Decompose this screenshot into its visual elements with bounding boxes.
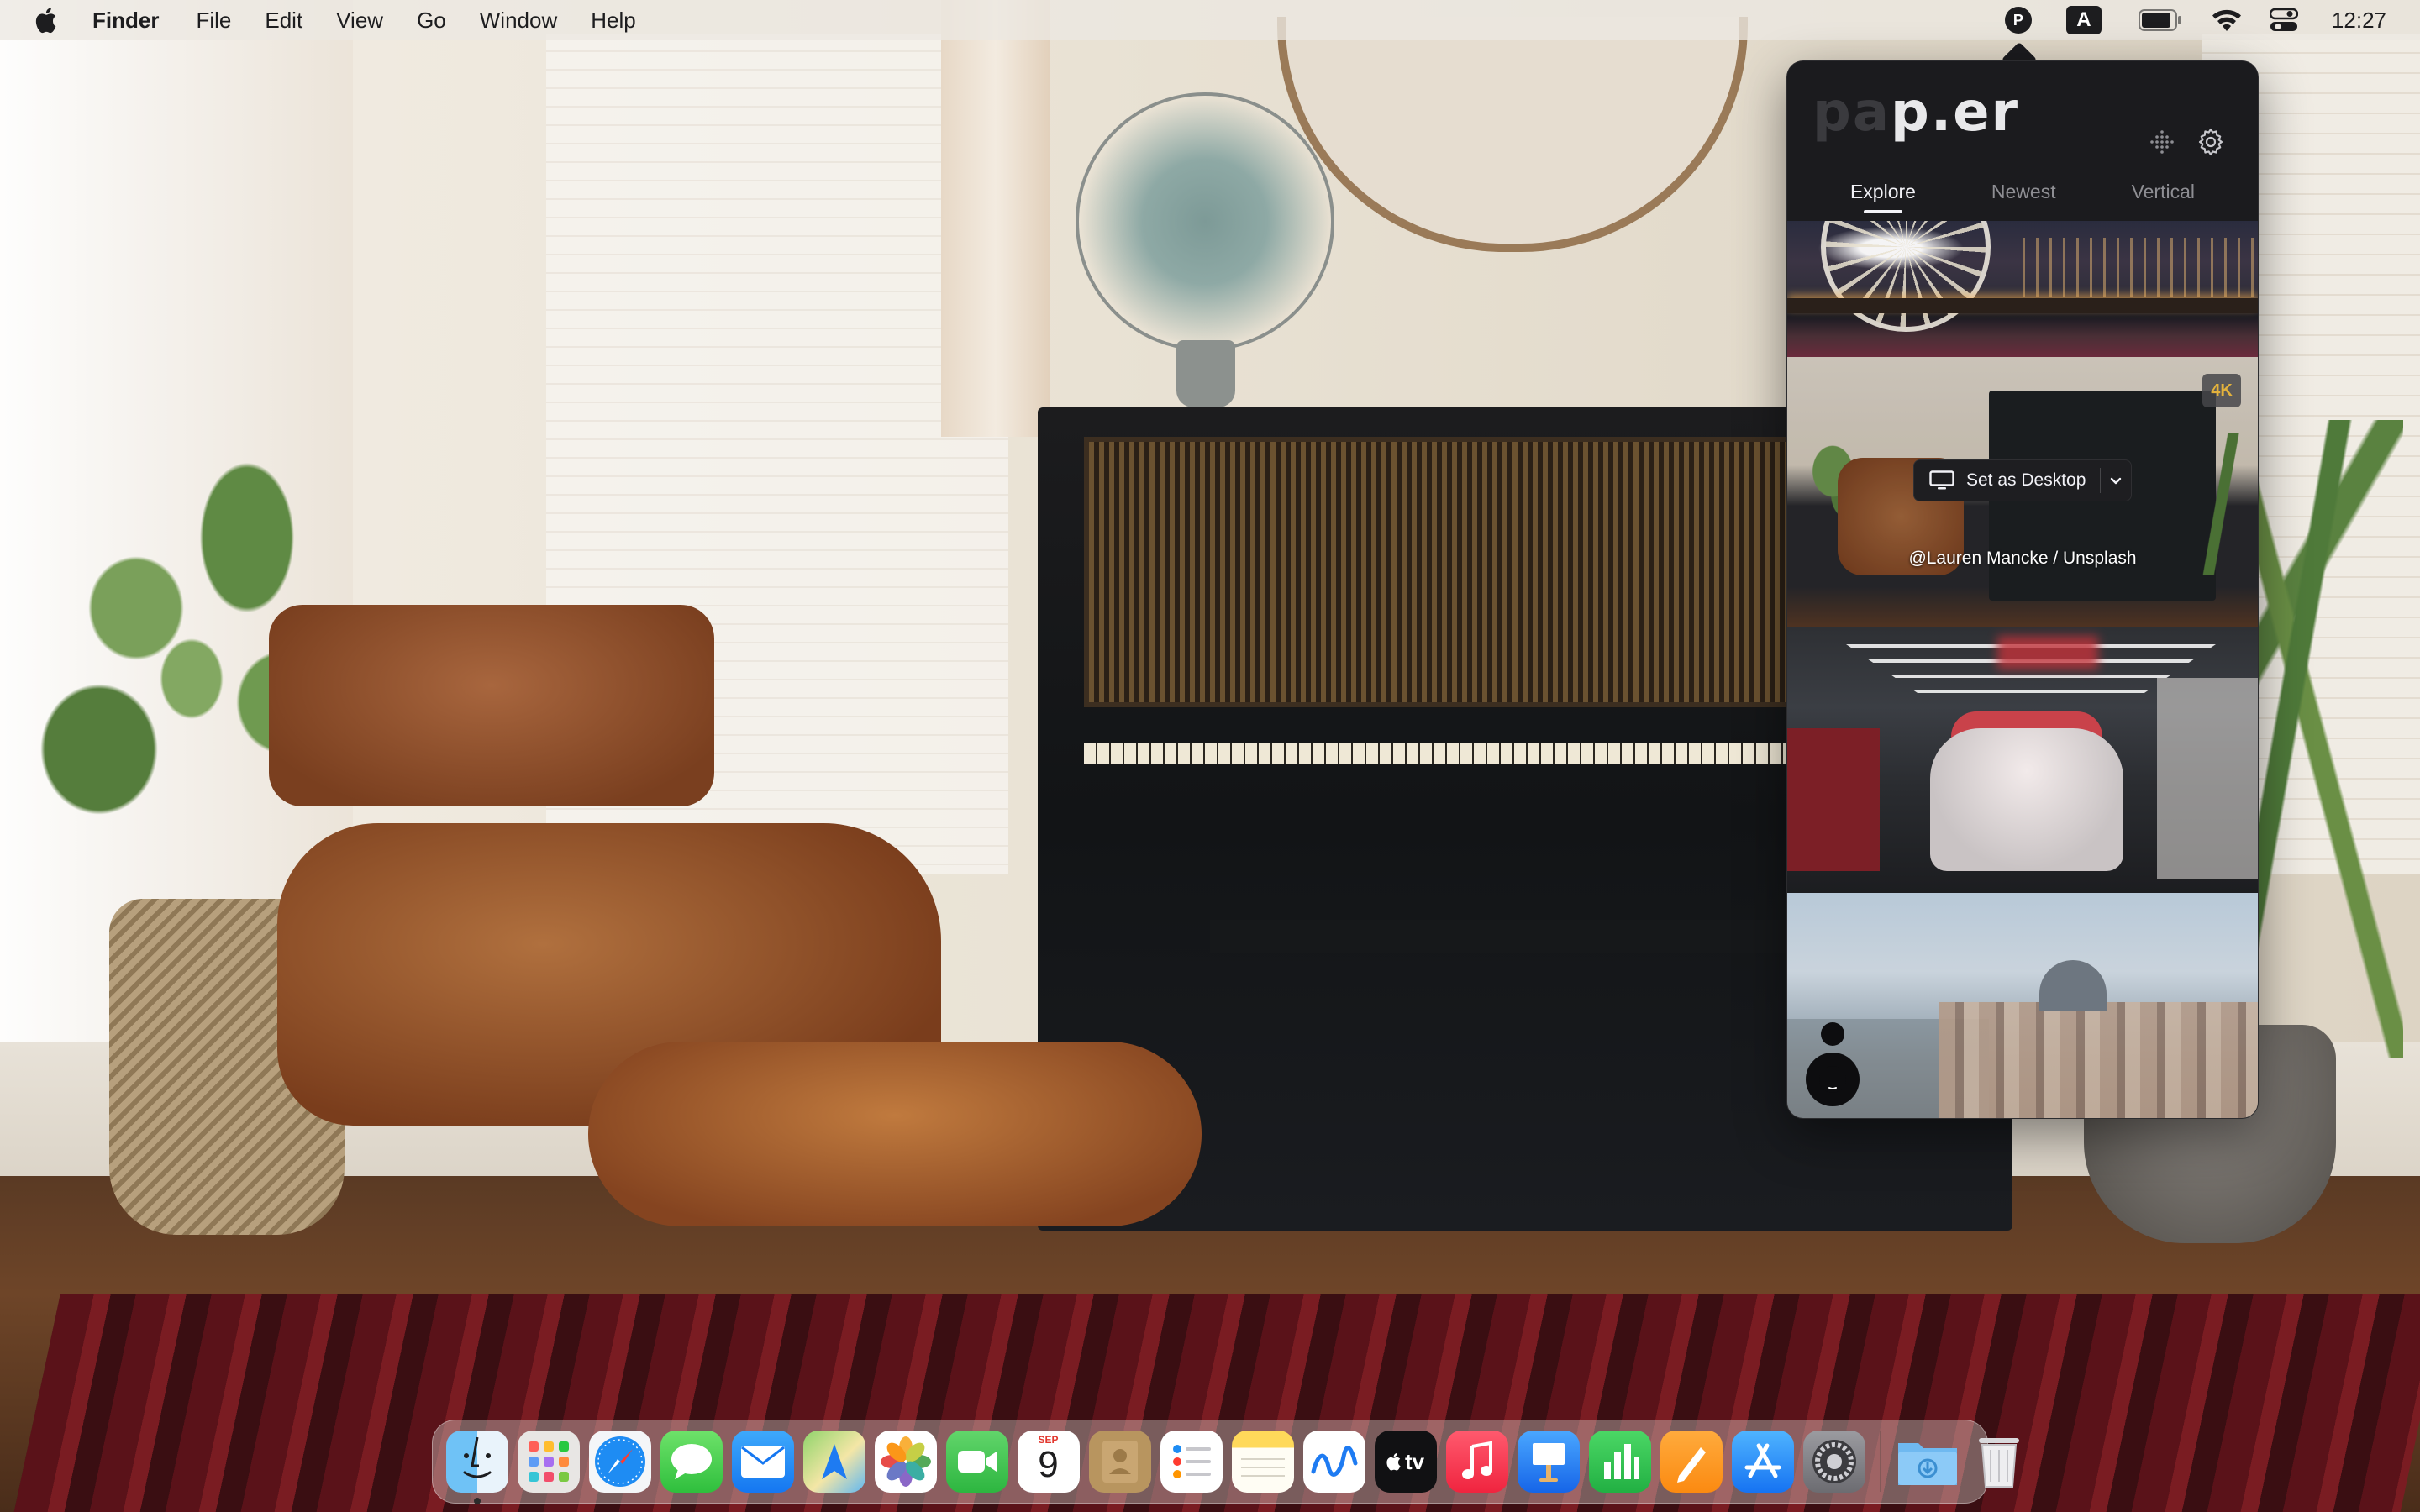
thumbnail-city bbox=[1939, 1002, 2258, 1118]
gear-icon[interactable] bbox=[2194, 125, 2228, 159]
paper-app-icon-letter: P bbox=[2012, 11, 2023, 29]
paper-tab-bar: Explore Newest Vertical bbox=[1787, 181, 2258, 213]
menu-help[interactable]: Help bbox=[591, 8, 635, 34]
menu-view[interactable]: View bbox=[336, 8, 383, 34]
dock-pages-icon[interactable] bbox=[1660, 1431, 1723, 1493]
dock-music-icon[interactable] bbox=[1445, 1431, 1508, 1493]
thumbnail-city-lights bbox=[2023, 238, 2258, 297]
dock-numbers-icon[interactable] bbox=[1588, 1431, 1651, 1493]
input-source-label: A bbox=[2076, 8, 2091, 31]
running-indicator bbox=[473, 1498, 481, 1504]
wallpaper-fan bbox=[1076, 92, 1334, 351]
thumbnail-pier bbox=[1787, 298, 2258, 313]
menu-bar-status-area: P A 12:27 bbox=[2004, 0, 2420, 40]
dock-launchpad-icon[interactable] bbox=[517, 1431, 580, 1493]
dock-separator bbox=[1880, 1431, 1881, 1492]
dock-trash-icon[interactable] bbox=[1968, 1431, 2030, 1493]
paper-popover-header: pap.er Explore Newest Vertical bbox=[1787, 61, 2258, 221]
shuffle-icon[interactable] bbox=[2145, 125, 2179, 159]
wallpaper-thumbnail-garage-car[interactable] bbox=[1787, 627, 2258, 893]
resolution-badge: 4K bbox=[2202, 374, 2241, 407]
set-as-desktop-button[interactable]: Set as Desktop bbox=[1913, 459, 2132, 501]
tv-label: tv bbox=[1404, 1448, 1425, 1474]
mascot-icon[interactable] bbox=[1806, 1053, 1860, 1106]
wallpaper-thumbnail-living-room[interactable]: 4K Set as Desktop @Lauren Mancke / Unspl… bbox=[1787, 357, 2258, 627]
wallpaper-thumbnail-ferris-wheel[interactable] bbox=[1787, 221, 2258, 357]
dock-tv-icon[interactable]: tv bbox=[1374, 1431, 1437, 1493]
control-center-icon[interactable] bbox=[2269, 0, 2298, 40]
dock-app-store-icon[interactable] bbox=[1731, 1431, 1794, 1493]
dock-maps-icon[interactable] bbox=[802, 1431, 865, 1493]
wallpaper-curtain-middle bbox=[941, 0, 1050, 437]
chevron-down-icon[interactable] bbox=[2101, 475, 2131, 486]
dock-mail-icon[interactable] bbox=[731, 1431, 794, 1493]
thumbnail-wall bbox=[2157, 678, 2258, 879]
thumbnail-dome bbox=[2039, 960, 2107, 1011]
menu-edit[interactable]: Edit bbox=[265, 8, 302, 34]
paper-app-icon[interactable]: P bbox=[2004, 0, 2033, 40]
wallpaper-piano-bench bbox=[1210, 920, 1823, 953]
menu-file[interactable]: File bbox=[196, 8, 231, 34]
dock-photos-icon[interactable] bbox=[874, 1431, 937, 1493]
dock-keynote-icon[interactable] bbox=[1517, 1431, 1580, 1493]
dock-notes-icon[interactable] bbox=[1231, 1431, 1294, 1493]
dock-safari-icon[interactable] bbox=[588, 1431, 651, 1493]
tab-newest[interactable]: Newest bbox=[1991, 181, 2056, 213]
dock-calendar-icon[interactable]: SEP 9 bbox=[1017, 1431, 1080, 1493]
paper-popover: pap.er Explore Newest Vertical 4K Set as… bbox=[1786, 60, 2259, 1119]
photo-credit-link[interactable]: @Lauren Mancke / Unsplash bbox=[1787, 549, 2258, 569]
dock-reminders-icon[interactable] bbox=[1160, 1431, 1223, 1493]
menu-app-name[interactable]: Finder bbox=[92, 8, 159, 34]
dock: SEP 9 tv bbox=[432, 1420, 2019, 1504]
dock-facetime-icon[interactable] bbox=[945, 1431, 1008, 1493]
calendar-day: 9 bbox=[1038, 1444, 1059, 1485]
wallpaper-fan-base bbox=[1176, 340, 1235, 407]
monitor-icon bbox=[1929, 470, 1954, 491]
battery-icon[interactable] bbox=[2138, 0, 2182, 40]
paper-logo: pap.er bbox=[1812, 81, 2020, 144]
dock-finder-icon[interactable] bbox=[445, 1431, 508, 1504]
dock-messages-icon[interactable] bbox=[660, 1431, 723, 1493]
set-as-desktop-label: Set as Desktop bbox=[1966, 470, 2086, 490]
apple-menu-icon[interactable] bbox=[34, 7, 57, 34]
wallpaper-ottoman bbox=[588, 1042, 1202, 1226]
tab-explore[interactable]: Explore bbox=[1850, 181, 1916, 213]
wallpaper-piano-strings bbox=[1084, 437, 1850, 707]
thumbnail-red-light bbox=[1997, 636, 2098, 669]
thumbnail-tool-cabinet bbox=[1787, 728, 1880, 871]
dock-system-settings-icon[interactable] bbox=[1802, 1431, 1865, 1493]
dock-freeform-icon[interactable] bbox=[1302, 1431, 1365, 1493]
wallpaper-lounge-chair-back bbox=[269, 605, 714, 806]
thumbnail-car bbox=[1930, 728, 2123, 871]
input-source-icon[interactable]: A bbox=[2065, 0, 2102, 40]
wifi-icon[interactable] bbox=[2211, 0, 2243, 40]
menu-bar-clock[interactable]: 12:27 bbox=[2332, 8, 2386, 34]
dock-downloads-folder-icon[interactable] bbox=[1897, 1431, 1959, 1493]
menu-window[interactable]: Window bbox=[480, 8, 557, 34]
dock-contacts-icon[interactable] bbox=[1088, 1431, 1151, 1493]
menu-go[interactable]: Go bbox=[417, 8, 446, 34]
status-dot bbox=[1821, 1022, 1844, 1046]
wallpaper-mirror bbox=[1277, 17, 1748, 252]
wallpaper-piano-keys bbox=[1084, 743, 1823, 764]
tab-vertical[interactable]: Vertical bbox=[2132, 181, 2195, 213]
thumbnail-ferris-wheel bbox=[1821, 221, 1991, 332]
menu-bar: Finder File Edit View Go Window Help P A… bbox=[0, 0, 2420, 40]
